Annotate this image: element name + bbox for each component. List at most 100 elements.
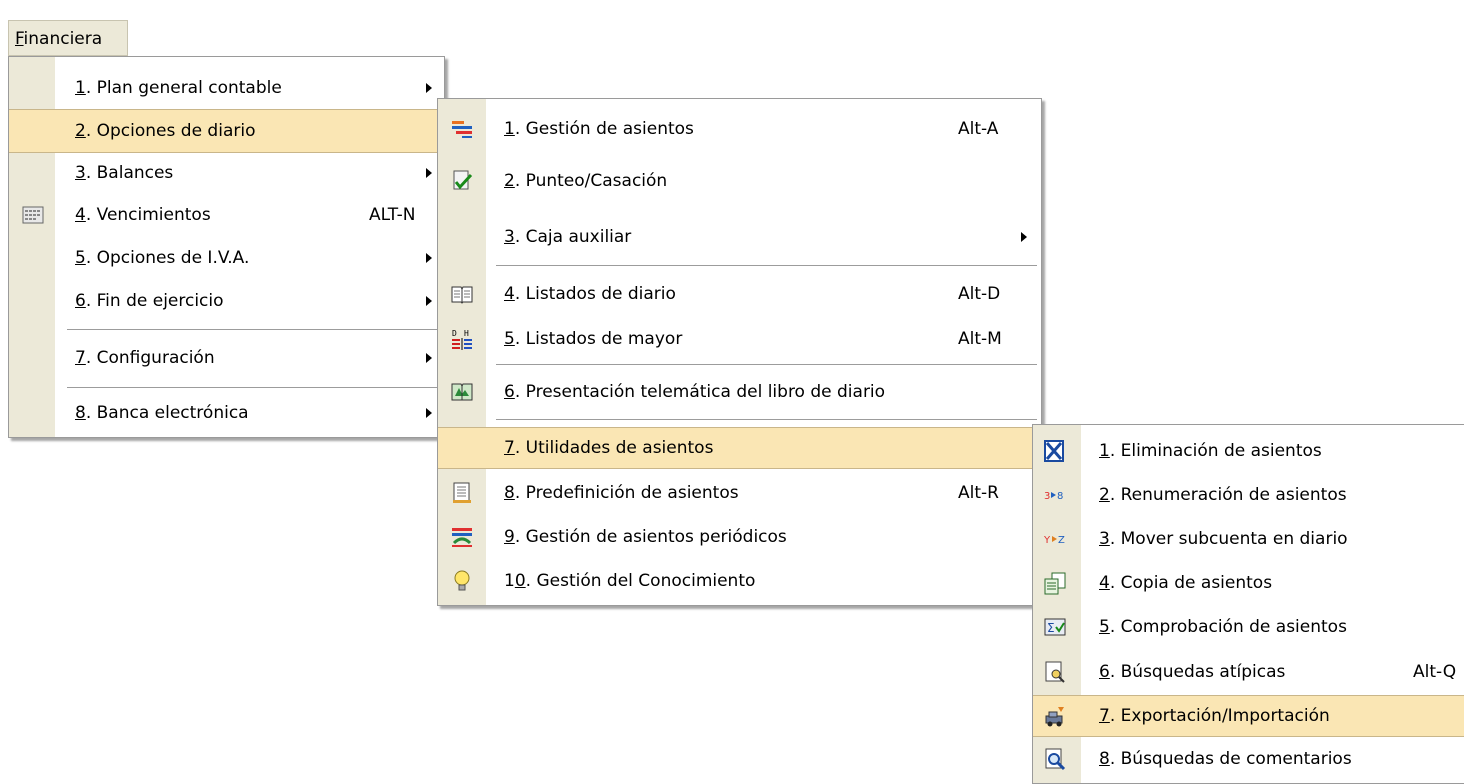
submenu-arrow-icon	[426, 253, 432, 263]
accel-number: 6	[75, 291, 86, 311]
accel-number: 1	[75, 78, 86, 98]
menu-item-label: . Copia de asientos	[1109, 573, 1273, 593]
menu-item-listados-de-mayor[interactable]: DH 5. Listados de mayor Alt-M	[438, 317, 1041, 361]
menu-item-comprobacion-de-asientos[interactable]: Σ 5. Comprobación de asientos	[1033, 605, 1464, 649]
menu-item-listados-de-diario[interactable]: 4. Listados de diario Alt-D	[438, 271, 1041, 317]
accel-number: 8	[504, 483, 515, 503]
delete-x-icon	[1043, 439, 1067, 463]
menu-item-predefinicion-de-asientos[interactable]: 8. Predefinición de asientos Alt-R	[438, 471, 1041, 515]
menu-item-label: . Caja auxiliar	[514, 227, 632, 247]
menu-item-eliminacion-de-asientos[interactable]: 1. Eliminación de asientos	[1033, 429, 1464, 473]
menu-item-fin-de-ejercicio[interactable]: 6. Fin de ejercicio	[9, 279, 444, 323]
menu-item-label: . Presentación telemática del libro de d…	[514, 382, 886, 402]
menu-item-opciones-iva[interactable]: 5. Opciones de I.V.A.	[9, 237, 444, 279]
menu-item-number: 1	[504, 571, 515, 591]
menu-item-banca-electronica[interactable]: 8. Banca electrónica	[9, 391, 444, 435]
menu-item-label: . Exportación/Importación	[1109, 706, 1330, 726]
menu-separator	[67, 329, 440, 330]
accel-number: 3	[1099, 529, 1110, 549]
green-book-icon	[450, 380, 474, 404]
shortcut-label: Alt-M	[958, 329, 1002, 349]
submenu-arrow-icon	[1021, 232, 1027, 242]
menu-item-label: . Utilidades de asientos	[514, 438, 714, 458]
accel-number: 6	[504, 382, 515, 402]
menu-item-label: . Banca electrónica	[85, 403, 249, 423]
menu-item-label: . Búsquedas atípicas	[1109, 662, 1286, 682]
menu-item-busquedas-atipicas[interactable]: 6. Búsquedas atípicas Alt-Q	[1033, 649, 1464, 695]
menu-item-punteo-casacion[interactable]: 2. Punteo/Casación	[438, 151, 1041, 211]
checked-document-icon	[450, 169, 474, 193]
accel-number: 3	[75, 163, 86, 183]
accel-number: 8	[1099, 749, 1110, 769]
ledger-dh-icon: DH	[450, 327, 474, 351]
copy-documents-icon	[1043, 571, 1067, 595]
calendar-icon	[21, 203, 45, 227]
menu-item-label: . Comprobación de asientos	[1109, 617, 1347, 637]
menu-item-asientos-periodicos[interactable]: 9. Gestión de asientos periódicos	[438, 515, 1041, 559]
submenu-arrow-icon	[426, 408, 432, 418]
menu-item-utilidades-de-asientos[interactable]: 7. Utilidades de asientos	[438, 427, 1041, 469]
accel-number: 7	[504, 438, 515, 458]
accel-number: 1	[1099, 441, 1110, 461]
menu-item-label: . Vencimientos	[85, 205, 211, 225]
menu-financiera-accel: F	[15, 29, 24, 49]
menu-item-label: . Eliminación de asientos	[1109, 441, 1322, 461]
svg-text:Z: Z	[1058, 535, 1065, 546]
accel-number: 7	[75, 348, 86, 368]
accel-number: 1	[504, 119, 515, 139]
lightbulb-icon	[450, 569, 474, 593]
menu-item-label: . Opciones de diario	[85, 121, 256, 141]
menu-separator	[67, 387, 440, 388]
open-book-icon	[450, 282, 474, 306]
accel-number: 7	[1099, 706, 1110, 726]
submenu-arrow-icon	[426, 353, 432, 363]
svg-text:H: H	[464, 329, 469, 338]
menu-item-caja-auxiliar[interactable]: 3. Caja auxiliar	[438, 211, 1041, 263]
menu-item-gestion-del-conocimiento[interactable]: 10. Gestión del Conocimiento	[438, 559, 1041, 603]
menu-item-label: . Gestión del Conocimiento	[525, 571, 756, 591]
menu-item-gestion-de-asientos[interactable]: 1. Gestión de asientos Alt-A	[438, 107, 1041, 151]
menu-separator	[496, 419, 1037, 420]
submenu-arrow-icon	[426, 168, 432, 178]
accel-number: 5	[1099, 617, 1110, 637]
periodic-entries-icon	[450, 525, 474, 549]
accel-number: 2	[1099, 485, 1110, 505]
accel-number: 5	[504, 329, 515, 349]
menu-item-presentacion-telematica[interactable]: 6. Presentación telemática del libro de …	[438, 369, 1041, 415]
menu-item-exportacion-importacion[interactable]: 7. Exportación/Importación	[1033, 695, 1464, 737]
utilidades-de-asientos-submenu: 1. Eliminación de asientos 38 2. Renumer…	[1032, 424, 1464, 784]
opciones-de-diario-submenu: 1. Gestión de asientos Alt-A 2. Punteo/C…	[437, 98, 1042, 606]
menu-separator	[496, 265, 1037, 266]
shortcut-label: Alt-R	[958, 483, 999, 503]
menu-item-plan-general-contable[interactable]: 1. Plan general contable	[9, 67, 444, 109]
menu-item-label: . Configuración	[85, 348, 215, 368]
menu-financiera[interactable]: Financiera	[8, 20, 128, 56]
svg-text:Σ: Σ	[1047, 621, 1055, 635]
menu-item-label: . Fin de ejercicio	[85, 291, 224, 311]
shortcut-label: Alt-A	[958, 119, 999, 139]
move-yz-icon: YZ	[1043, 527, 1067, 551]
shortcut-label: Alt-D	[958, 284, 1001, 304]
svg-text:3: 3	[1044, 491, 1050, 502]
menu-item-opciones-de-diario[interactable]: 2. Opciones de diario	[9, 109, 444, 153]
menu-item-balances[interactable]: 3. Balances	[9, 153, 444, 193]
accel-number: 2	[75, 121, 86, 141]
accel-number: 4	[75, 205, 86, 225]
shortcut-label: Alt-Q	[1413, 662, 1457, 682]
menu-item-copia-de-asientos[interactable]: 4. Copia de asientos	[1033, 561, 1464, 605]
menu-separator	[496, 364, 1037, 365]
menu-item-busquedas-de-comentarios[interactable]: 8. Búsquedas de comentarios	[1033, 737, 1464, 781]
menu-item-mover-subcuenta[interactable]: YZ 3. Mover subcuenta en diario	[1033, 517, 1464, 561]
menu-item-configuracion[interactable]: 7. Configuración	[9, 335, 444, 381]
sigma-check-icon: Σ	[1043, 615, 1067, 639]
svg-text:Y: Y	[1043, 535, 1051, 546]
submenu-arrow-icon	[426, 83, 432, 93]
accel-number: 5	[75, 248, 86, 268]
menu-item-label: . Gestión de asientos periódicos	[514, 527, 787, 547]
menu-item-label: . Punteo/Casación	[514, 171, 668, 191]
accel-number: 0	[514, 571, 526, 591]
accel-number: 6	[1099, 662, 1110, 682]
menu-item-label: . Gestión de asientos	[514, 119, 694, 139]
menu-item-vencimientos[interactable]: 4. Vencimientos ALT-N	[9, 193, 444, 237]
menu-item-renumeracion-de-asientos[interactable]: 38 2. Renumeración de asientos	[1033, 473, 1464, 517]
